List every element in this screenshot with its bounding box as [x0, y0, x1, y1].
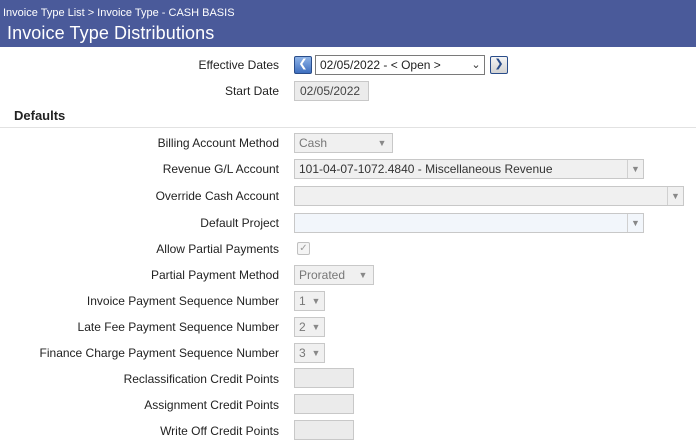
late-fee-payment-sequence-select[interactable]: 2 ▼ [294, 317, 325, 337]
revenue-gl-account-value: 101-04-07-1072.4840 - Miscellaneous Reve… [299, 162, 553, 176]
defaults-section-title: Defaults [14, 108, 66, 123]
invoice-payment-sequence-label: Invoice Payment Sequence Number [86, 294, 279, 308]
breadcrumb: Invoice Type List > Invoice Type - CASH BA… [3, 7, 235, 19]
effective-dates-value: 02/05/2022 - < Open > [320, 58, 441, 72]
override-cash-account-label: Override Cash Account [155, 189, 279, 203]
billing-account-method-label: Billing Account Method [157, 136, 279, 150]
finance-charge-payment-sequence-label: Finance Charge Payment Sequence Number [39, 346, 279, 360]
chevron-right-icon: ❯ [494, 58, 504, 70]
chevron-down-icon: ▼ [667, 187, 683, 205]
invoice-payment-sequence-value: 1 [299, 294, 306, 308]
partial-payment-method-label: Partial Payment Method [150, 268, 279, 282]
reclassification-credit-points-label: Reclassification Credit Points [123, 372, 279, 386]
default-project-select[interactable]: ▼ [294, 213, 644, 233]
partial-payment-method-select[interactable]: Prorated ▼ [294, 265, 374, 285]
breadcrumb-separator: > [87, 7, 95, 19]
revenue-gl-account-label: Revenue G/L Account [162, 162, 279, 176]
page-header: Invoice Type List > Invoice Type - CASH BA… [0, 0, 696, 47]
assignment-credit-points-label: Assignment Credit Points [144, 398, 279, 412]
allow-partial-payments-checkbox[interactable]: ✓ [297, 242, 310, 255]
override-cash-account-select[interactable]: ▼ [294, 186, 684, 206]
chevron-down-icon: ⌄ [471, 59, 481, 71]
allow-partial-payments-label: Allow Partial Payments [156, 242, 279, 256]
chevron-down-icon: ▼ [311, 322, 321, 332]
reclassification-credit-points-field[interactable] [294, 368, 354, 388]
chevron-down-icon: ▼ [311, 348, 321, 358]
write-off-credit-points-field[interactable] [294, 420, 354, 440]
effective-dates-label: Effective Dates [198, 58, 279, 72]
revenue-gl-account-select[interactable]: 101-04-07-1072.4840 - Miscellaneous Reve… [294, 159, 644, 179]
start-date-label: Start Date [224, 84, 279, 98]
invoice-payment-sequence-select[interactable]: 1 ▼ [294, 291, 325, 311]
page-title: Invoice Type Distributions [7, 23, 215, 43]
start-date-value: 02/05/2022 [294, 81, 369, 101]
billing-account-method-select[interactable]: Cash ▼ [294, 133, 393, 153]
chevron-down-icon: ▼ [627, 214, 643, 232]
prev-date-button[interactable]: ❮ [294, 56, 312, 74]
effective-dates-select[interactable]: 02/05/2022 - < Open > ⌄ [315, 55, 485, 75]
chevron-left-icon: ❮ [298, 58, 308, 70]
finance-charge-payment-sequence-value: 3 [299, 346, 306, 360]
chevron-down-icon: ▼ [358, 270, 368, 280]
chevron-down-icon: ▼ [377, 138, 387, 148]
finance-charge-payment-sequence-select[interactable]: 3 ▼ [294, 343, 325, 363]
chevron-down-icon: ▼ [627, 160, 643, 178]
billing-account-method-value: Cash [299, 136, 328, 150]
next-date-button[interactable]: ❯ [490, 56, 508, 74]
breadcrumb-invoice-type[interactable]: Invoice Type - CASH BASIS [97, 7, 234, 19]
section-divider [0, 127, 696, 128]
checkmark-icon: ✓ [299, 243, 308, 254]
assignment-credit-points-field[interactable] [294, 394, 354, 414]
partial-payment-method-value: Prorated [299, 268, 346, 282]
default-project-label: Default Project [200, 216, 279, 230]
late-fee-payment-sequence-value: 2 [299, 320, 306, 334]
write-off-credit-points-label: Write Off Credit Points [160, 424, 279, 438]
chevron-down-icon: ▼ [311, 296, 321, 306]
late-fee-payment-sequence-label: Late Fee Payment Sequence Number [77, 320, 279, 334]
breadcrumb-invoice-type-list[interactable]: Invoice Type List [3, 7, 85, 19]
